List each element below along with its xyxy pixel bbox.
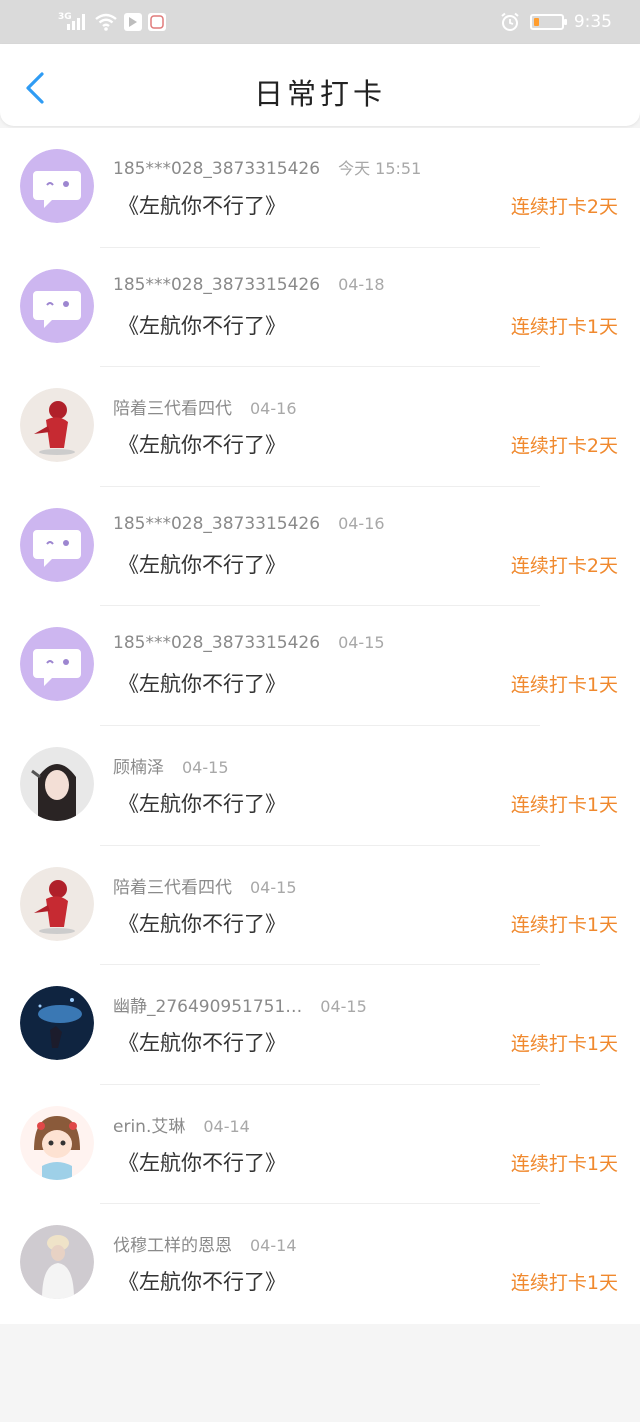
checkin-task-title: 《左航你不行了》: [118, 1270, 286, 1295]
checkin-date: 今天 15:51: [338, 159, 422, 178]
checkin-task-title: 《左航你不行了》: [118, 552, 286, 577]
app-notification-icon: [124, 13, 142, 31]
checkin-task-title: 《左航你不行了》: [118, 194, 286, 218]
user-avatar[interactable]: [20, 1105, 94, 1180]
streak-label: 连续打卡1天: [510, 315, 618, 338]
streak-label: 连续打卡1天: [510, 1272, 618, 1295]
checkin-date: 04-15: [250, 877, 297, 897]
checkin-task-title: 《左航你不行了》: [118, 313, 286, 338]
user-avatar[interactable]: [20, 866, 94, 941]
streak-label: 连续打卡1天: [510, 913, 618, 936]
username[interactable]: 185***028_3873315426: [113, 633, 320, 653]
streak-label: 连续打卡1天: [510, 674, 618, 697]
network-type: 3G: [58, 12, 72, 22]
checkin-task-title: 《左航你不行了》: [118, 433, 286, 458]
user-avatar[interactable]: [20, 388, 94, 463]
cellular-signal-icon: 3G: [58, 12, 88, 32]
checkin-row-2[interactable]: 185***028_3873315426 04-18 《左航你不行了》 连续打卡1…: [0, 248, 640, 368]
checkin-date: 04-15: [182, 757, 229, 777]
streak-label: 连续打卡2天: [510, 196, 618, 218]
username[interactable]: 陪着三代看四代: [113, 399, 232, 419]
username[interactable]: 185***028_3873315426: [113, 275, 320, 295]
username[interactable]: erin.艾琳: [113, 1117, 185, 1137]
checkin-row-4[interactable]: 185***028_3873315426 04-16 《左航你不行了》 连续打卡2…: [0, 487, 640, 607]
streak-label: 连续打卡1天: [510, 793, 618, 816]
username[interactable]: 顾楠泽: [113, 758, 164, 778]
alarm-clock-icon: [501, 12, 519, 31]
status-bar: 3G 9:35: [0, 0, 640, 44]
checkin-row-6[interactable]: 顾楠泽 04-15 《左航你不行了》 连续打卡1天: [0, 726, 640, 846]
app-notification-icon-2: [148, 13, 166, 31]
checkin-task-title: 《左航你不行了》: [118, 1031, 286, 1056]
user-avatar[interactable]: [20, 746, 94, 821]
wifi-icon: [95, 13, 117, 31]
navigation-bar: 日常打卡: [0, 44, 640, 126]
username[interactable]: 伐穆工样的恩恩: [113, 1236, 232, 1256]
checkin-date: 04-15: [338, 633, 385, 653]
checkin-row-3[interactable]: 陪着三代看四代 04-16 《左航你不行了》 连续打卡2天: [0, 367, 640, 487]
user-avatar[interactable]: [20, 986, 94, 1061]
checkin-task-title: 《左航你不行了》: [118, 672, 286, 697]
battery-icon: [529, 14, 567, 30]
checkin-date: 04-15: [320, 997, 367, 1017]
user-avatar[interactable]: [20, 268, 94, 343]
checkin-row-1[interactable]: 185***028_3873315426 今天 15:51 《左航你不行了》 连续…: [0, 128, 640, 248]
user-avatar[interactable]: [20, 627, 94, 702]
username[interactable]: 185***028_3873315426: [113, 159, 320, 179]
checkin-row-5[interactable]: 185***028_3873315426 04-15 《左航你不行了》 连续打卡1…: [0, 606, 640, 726]
checkin-date: 04-18: [338, 274, 385, 294]
checkin-date: 04-16: [250, 399, 297, 419]
status-right-icons: 9:35: [500, 10, 612, 34]
status-left-icons: 3G: [58, 10, 166, 34]
checkin-task-title: 《左航你不行了》: [118, 911, 286, 936]
streak-label: 连续打卡2天: [510, 554, 618, 577]
username[interactable]: 陪着三代看四代: [113, 878, 232, 898]
streak-label: 连续打卡1天: [510, 1152, 618, 1175]
username[interactable]: 幽静_276490951751…: [113, 997, 302, 1017]
streak-label: 连续打卡2天: [510, 435, 618, 458]
checkin-date: 04-16: [338, 513, 385, 533]
user-avatar[interactable]: [20, 1225, 94, 1300]
battery-level: [533, 18, 539, 26]
user-avatar[interactable]: [20, 507, 94, 582]
checkin-row-8[interactable]: 幽静_276490951751… 04-15 《左航你不行了》 连续打卡1天: [0, 965, 640, 1085]
checkin-date: 04-14: [203, 1116, 250, 1136]
user-avatar[interactable]: [20, 149, 94, 223]
checkin-task-title: 《左航你不行了》: [118, 791, 286, 816]
page-title: 日常打卡: [253, 77, 386, 111]
streak-label: 连续打卡1天: [510, 1033, 618, 1056]
status-time: 9:35: [573, 12, 612, 32]
checkin-row-7[interactable]: 陪着三代看四代 04-15 《左航你不行了》 连续打卡1天: [0, 846, 640, 966]
checkin-row-9[interactable]: erin.艾琳 04-14 《左航你不行了》 连续打卡1天: [0, 1085, 640, 1205]
checkin-date: 04-14: [250, 1236, 297, 1256]
checkin-list: 185***028_3873315426 今天 15:51 《左航你不行了》 连续…: [0, 128, 640, 1324]
checkin-task-title: 《左航你不行了》: [118, 1150, 286, 1175]
checkin-row-10[interactable]: 伐穆工样的恩恩 04-14 《左航你不行了》 连续打卡1天: [0, 1204, 640, 1324]
username[interactable]: 185***028_3873315426: [113, 514, 320, 534]
